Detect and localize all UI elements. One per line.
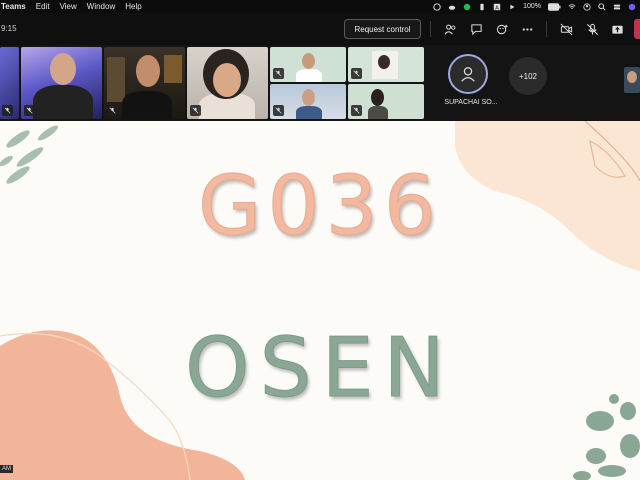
search-icon[interactable] [598,2,606,11]
status-area: A 100% [433,0,636,13]
mic-off-icon [275,70,282,77]
participant-video [371,89,384,106]
cloud-icon[interactable] [448,3,456,11]
siri-icon[interactable] [628,3,636,11]
wifi-icon[interactable] [568,3,576,11]
participant-tile[interactable] [21,47,102,119]
muted-mic-badge [190,105,201,116]
participant-video [164,55,182,83]
more-actions-button[interactable] [519,21,535,37]
leave-button[interactable] [634,19,640,39]
participant-tile[interactable] [270,47,346,82]
muted-mic-badge [24,105,35,116]
participant-video [627,71,637,83]
mic-off-icon [26,107,33,114]
muted-mic-badge [273,68,284,79]
participant-name: SUPACHAI SO... [444,99,498,106]
menu-edit[interactable]: Edit [36,0,50,13]
adobe-icon[interactable]: A [493,3,501,11]
menu-help[interactable]: Help [125,0,141,13]
participant-video [107,57,125,102]
app-menu: Teams Edit View Window Help [0,0,142,13]
more-participants-button[interactable]: +102 [509,57,547,95]
mic-off-icon [109,107,116,114]
participant-video [296,106,322,119]
request-control-button[interactable]: Request control [344,19,421,39]
participant-tile[interactable] [0,47,19,119]
participant-avatar-tile[interactable]: SUPACHAI SO... [440,45,498,117]
meeting-timer: 9:15 [1,24,17,33]
more-dots-icon [522,27,532,31]
people-button[interactable] [442,21,458,37]
toolbar-divider [546,21,547,37]
phone-icon[interactable] [478,3,486,11]
meeting-header: 9:15 Request control [0,13,640,45]
reactions-icon [496,24,508,34]
share-screen-icon [611,25,623,34]
mic-off-icon [275,107,282,114]
menu-bar: Teams Edit View Window Help A 100% [0,0,640,13]
participant-tile[interactable] [187,47,268,119]
participant-video [378,55,390,69]
participant-video [50,53,76,85]
participant-video [213,63,241,97]
menu-view[interactable]: View [60,0,77,13]
muted-mic-badge [351,105,362,116]
control-center-icon[interactable] [613,3,621,11]
battery-percent: 100% [523,3,541,10]
slide-title-line2: OSEN [185,321,455,417]
participant-tile[interactable] [270,84,346,119]
participant-tile[interactable] [624,67,640,93]
participant-tile[interactable] [348,47,424,82]
mic-off-icon [586,23,598,35]
svg-text:A: A [495,5,499,11]
battery-icon[interactable] [548,2,561,11]
participant-tile[interactable] [348,84,424,119]
muted-mic-badge [273,105,284,116]
mic-off-icon [4,107,11,114]
people-icon [444,24,455,34]
muted-mic-badge [107,105,118,116]
toolbar-divider [430,21,431,37]
person-icon [461,67,475,82]
participant-video [302,89,315,106]
share-button[interactable] [609,21,625,37]
participant-video [302,53,315,69]
muted-mic-badge [351,68,362,79]
shared-content: G036 OSEN AM [0,121,640,480]
mic-off-icon [353,70,360,77]
corner-label: AM [0,465,13,473]
user-switch-icon[interactable] [583,2,591,11]
participant-video [368,106,388,119]
participant-video [33,85,93,119]
participant-tile[interactable] [104,47,185,119]
mic-off-icon [192,107,199,114]
reactions-button[interactable] [494,21,510,37]
chat-icon [470,23,482,35]
camera-off-icon [560,23,572,35]
slide-title-line1: G036 [197,159,443,255]
chat-button[interactable] [468,21,484,37]
mic-off-icon [353,107,360,114]
mic-button[interactable] [584,21,600,37]
menu-window[interactable]: Window [87,0,115,13]
menu-app-name[interactable]: Teams [1,0,26,13]
muted-mic-badge [2,105,13,116]
camera-button[interactable] [558,21,574,37]
spotify-icon[interactable] [463,3,471,11]
avatar [448,54,488,94]
participant-video [122,91,172,119]
participant-video [296,69,322,82]
participant-strip: SUPACHAI SO... +102 [0,45,640,121]
creative-cloud-icon[interactable] [433,2,441,11]
play-icon[interactable] [508,3,516,11]
participant-video [136,55,160,87]
